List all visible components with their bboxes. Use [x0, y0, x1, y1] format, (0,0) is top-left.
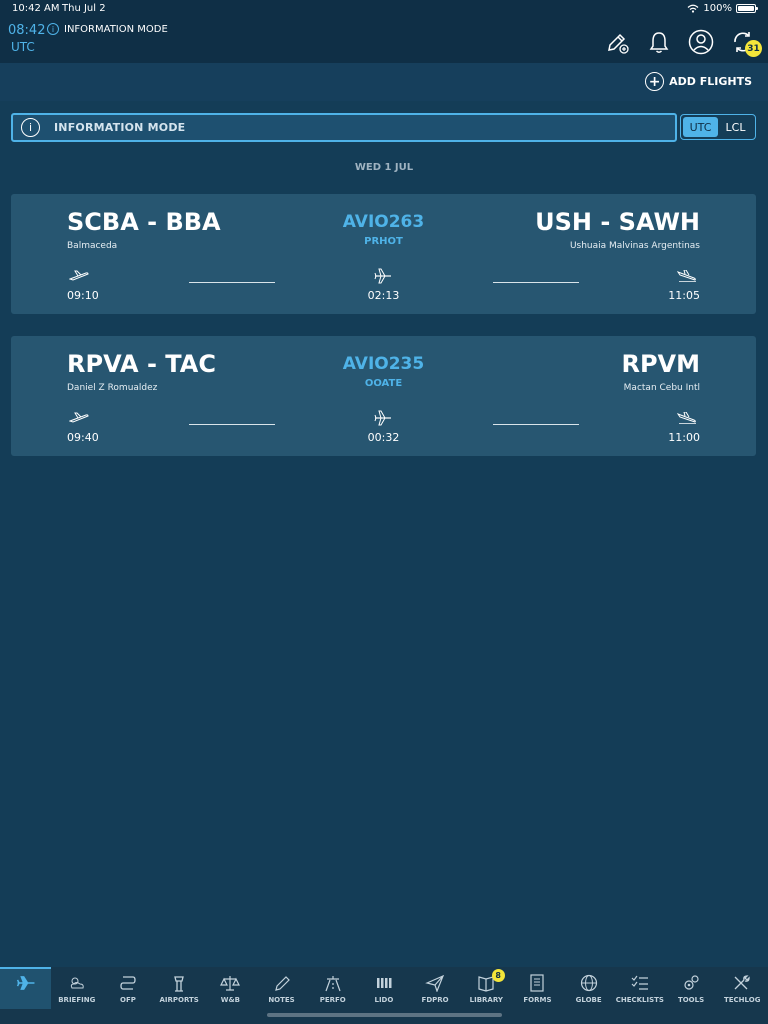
cruise-plane-icon [374, 410, 391, 426]
pencil-icon [272, 974, 292, 992]
tab-label: CHECKLISTS [615, 996, 664, 1004]
tab-label: PERFO [319, 996, 346, 1004]
user-icon [688, 29, 714, 55]
tab-perfo[interactable]: PERFO [307, 967, 358, 1009]
tab-fdpro[interactable]: FDPRO [410, 967, 461, 1009]
tab-label: LIDO [374, 996, 394, 1004]
sync-count-badge: 31 [745, 40, 762, 57]
clock-zone: UTC [11, 40, 35, 54]
information-mode-bar-label: INFORMATION MODE [54, 121, 186, 134]
destination-code: RPVM [621, 350, 700, 378]
add-flights-button[interactable]: + ADD FLIGHTS [645, 72, 752, 91]
landing-icon [677, 270, 696, 282]
tab-ofp[interactable]: OFP [102, 967, 153, 1009]
timezone-toggle: UTC LCL [680, 114, 756, 140]
flight-duration: 02:13 [367, 289, 400, 302]
tab-label: NOTES [268, 996, 295, 1004]
tower-icon [169, 974, 189, 992]
tab-label: W&B [220, 996, 240, 1004]
tab-briefing[interactable]: BRIEFING [51, 967, 102, 1009]
tab-label: FORMS [523, 996, 552, 1004]
tab-notes[interactable]: NOTES [256, 967, 307, 1009]
arrival-time: 11:05 [668, 289, 700, 302]
scale-icon [220, 974, 241, 992]
header-actions: 31 [604, 29, 762, 57]
tab-techlog[interactable]: TECHLOG [717, 967, 768, 1009]
tz-lcl-button[interactable]: LCL [718, 117, 753, 137]
destination-code: USH - SAWH [535, 208, 700, 236]
information-mode-indicator[interactable]: i INFORMATION MODE [47, 23, 168, 35]
app-root: 10:42 AM Thu Jul 2 100% 08:42 UTC i INFO… [0, 0, 768, 1024]
form-icon [527, 974, 547, 992]
tab-label: OFP [120, 996, 136, 1004]
route-line-left [189, 282, 275, 283]
bell-icon [649, 32, 669, 53]
arrival-time: 11:00 [668, 431, 700, 444]
add-flights-label: ADD FLIGHTS [669, 75, 752, 88]
runway-icon [323, 974, 343, 992]
sync-button[interactable]: 31 [730, 29, 762, 57]
wifi-icon [687, 4, 699, 13]
info-icon: i [21, 118, 40, 137]
sub-toolbar: + ADD FLIGHTS [0, 63, 768, 101]
takeoff-icon [69, 270, 89, 281]
top-header: 10:42 AM Thu Jul 2 100% 08:42 UTC i INFO… [0, 0, 768, 63]
library-badge: 8 [491, 969, 505, 982]
tab-label: AIRPORTS [159, 996, 199, 1004]
bars-icon [374, 974, 394, 992]
tab-label: GLOBE [575, 996, 602, 1004]
destination-name: Mactan Cebu Intl [623, 383, 700, 393]
tab-label: LIBRARY [469, 996, 503, 1004]
route-line-right [493, 282, 579, 283]
tab-globe[interactable]: GLOBE [563, 967, 614, 1009]
route-line-right [493, 424, 579, 425]
landing-icon [677, 412, 696, 424]
tab-tools[interactable]: TOOLS [665, 967, 716, 1009]
tab-forms[interactable]: FORMS [512, 967, 563, 1009]
clock-time: 08:42 [8, 23, 46, 38]
tab-label: FDPRO [421, 996, 449, 1004]
destination-name: Ushuaia Malvinas Argentinas [569, 241, 700, 251]
home-indicator[interactable] [267, 1013, 502, 1017]
cruise-plane-icon [374, 268, 391, 284]
send-icon [425, 974, 445, 992]
edit-pen-plus-icon [608, 33, 629, 54]
tab-wb[interactable]: W&B [205, 967, 256, 1009]
information-mode-label: INFORMATION MODE [64, 23, 168, 35]
tab-flights[interactable] [0, 967, 52, 1009]
globe-icon [579, 974, 599, 992]
tab-lido[interactable]: LIDO [358, 967, 409, 1009]
battery-percent: 100% [703, 3, 732, 14]
airplane-icon [16, 974, 36, 992]
flight-card[interactable]: SCBA - BBA Balmaceda AVIO263 PRHOT USH -… [11, 194, 756, 314]
route-line-left [189, 424, 275, 425]
tab-label: TECHLOG [723, 996, 761, 1004]
checklist-icon [630, 974, 650, 992]
gears-icon [681, 974, 701, 992]
tab-checklists[interactable]: CHECKLISTS [614, 967, 665, 1009]
notifications-button[interactable] [646, 29, 672, 55]
tab-library[interactable]: 8 LIBRARY [461, 967, 512, 1009]
wrench-icon [732, 974, 752, 992]
tab-airports[interactable]: AIRPORTS [154, 967, 205, 1009]
status-right: 100% [687, 3, 758, 14]
info-icon: i [47, 23, 59, 35]
weather-icon [67, 974, 87, 992]
flight-card[interactable]: RPVA - TAC Daniel Z Romualdez AVIO235 OO… [11, 336, 756, 456]
tab-label: TOOLS [677, 996, 705, 1004]
status-date: Thu Jul 2 [62, 3, 106, 14]
information-mode-bar[interactable]: i INFORMATION MODE [11, 113, 677, 142]
takeoff-icon [69, 412, 89, 423]
date-header: WED 1 JUL [354, 162, 414, 173]
edit-button[interactable] [604, 29, 630, 55]
status-time: 10:42 AM [12, 3, 60, 14]
route-icon [118, 974, 138, 992]
battery-icon [736, 4, 758, 13]
plus-circle-icon: + [645, 72, 665, 91]
profile-button[interactable] [688, 29, 714, 55]
tz-utc-button[interactable]: UTC [683, 117, 718, 137]
flight-duration: 00:32 [367, 431, 400, 444]
tab-label: BRIEFING [58, 996, 96, 1004]
